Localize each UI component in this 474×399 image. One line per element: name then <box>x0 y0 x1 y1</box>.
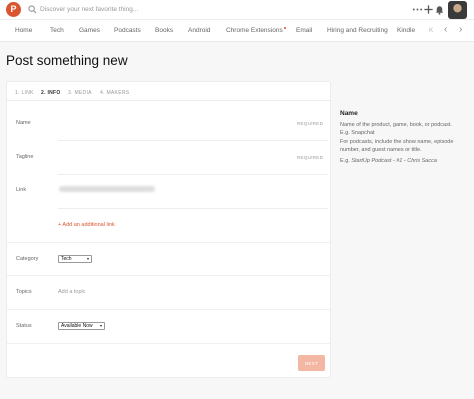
topic-input[interactable] <box>58 287 208 297</box>
page-title: Post something new <box>6 53 128 68</box>
row-divider <box>7 242 330 243</box>
status-select[interactable]: Available Now <box>58 322 105 330</box>
nav-item-home[interactable]: Home <box>15 27 32 34</box>
nav-item-books[interactable]: Books <box>155 27 173 34</box>
row-divider <box>7 275 330 276</box>
producthunt-logo[interactable]: P <box>6 2 21 17</box>
tagline-label: Tagline <box>16 154 34 160</box>
next-button[interactable]: NEXT <box>298 355 325 371</box>
help-example-value: StartUp Podcast - #1 - Chris Sacca <box>351 158 437 164</box>
chevron-right-icon[interactable]: › <box>459 24 462 35</box>
row-divider <box>7 343 330 344</box>
link-label: Link <box>16 187 27 193</box>
step-media[interactable]: 3. MEDIA <box>68 90 92 96</box>
category-value: Tech <box>61 256 72 262</box>
nav-item-hiring[interactable]: Hiring and Recruiting <box>327 27 388 34</box>
add-link-button[interactable]: + Add an additional link <box>58 222 115 228</box>
caret-down-icon <box>87 258 89 260</box>
step-link[interactable]: 1. LINK <box>15 90 34 96</box>
help-example-prefix: E.g. <box>340 158 352 164</box>
tagline-required: REQUIRED <box>297 155 324 160</box>
more-icon[interactable] <box>412 4 423 15</box>
status-label: Status <box>16 323 32 329</box>
plus-icon[interactable] <box>423 4 434 15</box>
category-label: Category <box>16 256 39 262</box>
bell-icon[interactable] <box>434 4 445 15</box>
tabs-divider <box>7 100 330 101</box>
link-field-value[interactable] <box>59 186 155 192</box>
nav-item-overflow[interactable]: K <box>429 27 441 39</box>
name-label: Name <box>16 120 31 126</box>
nav-item-games[interactable]: Games <box>79 27 100 34</box>
help-text: Name of the product, game, book, or podc… <box>340 122 452 136</box>
category-nav: Home Tech Games Podcasts Books Android C… <box>0 20 474 42</box>
nav-item-tech[interactable]: Tech <box>50 27 64 34</box>
caret-down-icon <box>100 325 102 327</box>
row-divider <box>7 309 330 310</box>
category-select[interactable]: Tech <box>58 255 92 263</box>
tagline-field[interactable] <box>58 174 328 175</box>
avatar[interactable] <box>448 1 467 19</box>
nav-item-android[interactable]: Android <box>188 27 210 34</box>
nav-item-podcasts[interactable]: Podcasts <box>114 27 141 34</box>
name-required: REQUIRED <box>297 121 324 126</box>
help-title: Name <box>340 110 358 117</box>
search-icon <box>28 5 37 14</box>
nav-item-kindle[interactable]: Kindle <box>397 27 415 34</box>
new-dot-icon <box>283 27 286 29</box>
chevron-left-icon[interactable]: ‹ <box>444 24 447 35</box>
step-makers[interactable]: 4. MAKERS <box>100 90 129 96</box>
nav-item-email[interactable]: Email <box>296 27 312 34</box>
step-info[interactable]: 2. INFO <box>41 90 61 96</box>
name-field[interactable] <box>58 140 328 141</box>
search-input[interactable] <box>40 3 190 16</box>
nav-item-label: Chrome Extensions <box>226 27 283 34</box>
nav-item-chrome-extensions[interactable]: Chrome Extensions <box>226 27 286 34</box>
help-example: E.g. StartUp Podcast - #1 - Chris Sacca <box>340 158 458 164</box>
help-text: For podcasts, include the show name, epi… <box>340 139 454 153</box>
status-value: Available Now <box>61 323 93 329</box>
post-form-card: 1. LINK 2. INFO 3. MEDIA 4. MAKERS Name … <box>6 81 331 378</box>
link-field[interactable] <box>58 208 328 209</box>
top-bar: P <box>0 0 474 20</box>
topics-label: Topics <box>16 289 32 295</box>
help-panel: Name Name of the product, game, book, or… <box>340 110 458 164</box>
